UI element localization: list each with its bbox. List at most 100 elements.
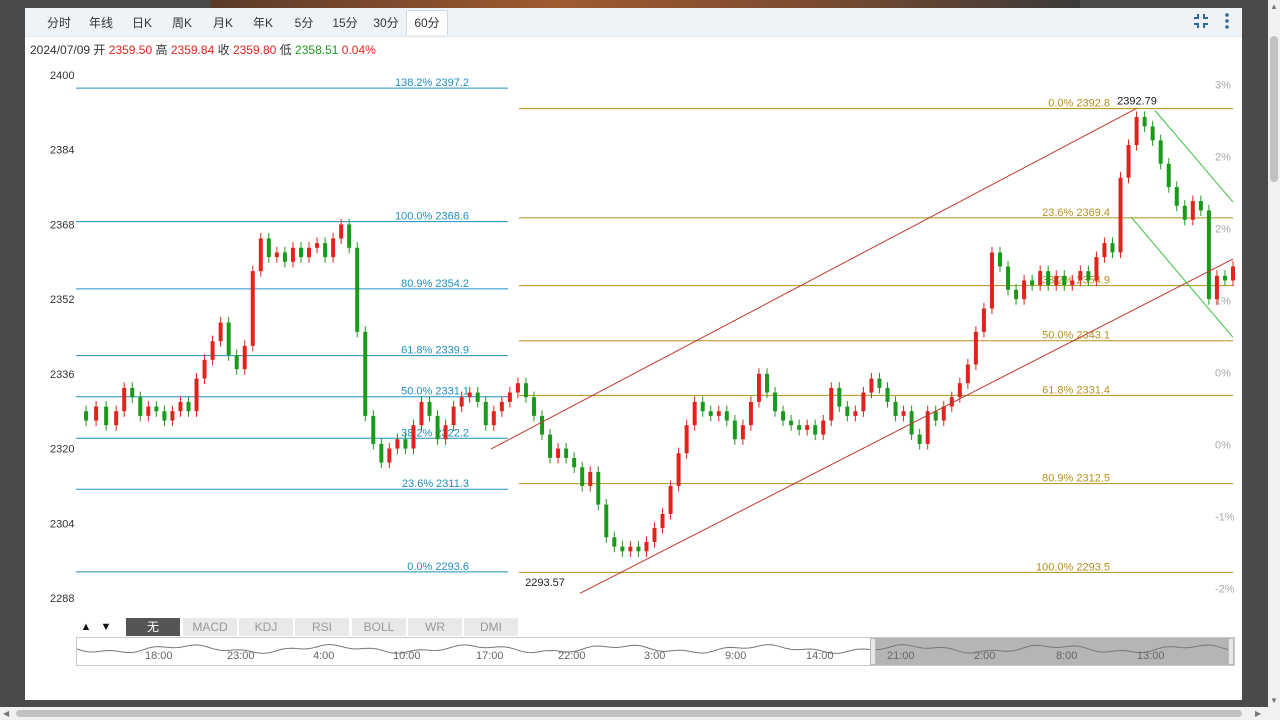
scroll-right-icon[interactable]: ▶ <box>1255 709 1261 718</box>
nav-label: 10:00 <box>393 650 421 662</box>
right-percent-tick: -2% <box>1215 584 1235 596</box>
navigator-selection[interactable] <box>873 638 1234 665</box>
fib-label-right: 38.2% 2354.9 <box>1042 275 1110 287</box>
fib-label-right: 100.0% 2293.5 <box>1036 561 1110 573</box>
candle-body <box>652 527 657 542</box>
x-tick-label: 2024/6/28 <box>612 607 661 608</box>
candle-body <box>1110 243 1115 253</box>
candle-body <box>676 453 681 486</box>
scroll-down-arrow[interactable]: ▼ <box>96 618 116 636</box>
indicator-none[interactable]: 无 <box>126 618 181 636</box>
y-tick-label: 2288 <box>50 593 74 605</box>
candle-body <box>1022 280 1027 300</box>
candle-body <box>475 392 480 402</box>
scroll-down-icon[interactable]: ▼ <box>1270 696 1278 705</box>
y-tick-label: 2304 <box>50 518 74 530</box>
navigator-left-handle[interactable] <box>870 638 876 665</box>
candle-body <box>564 448 569 458</box>
nav-label: 8:00 <box>1056 650 1078 662</box>
nav-label: 13:00 <box>1137 650 1165 662</box>
candle-body <box>467 392 472 398</box>
candle-body <box>130 387 135 398</box>
candle-body <box>580 467 585 486</box>
candle-body <box>781 411 786 421</box>
candle-body <box>965 364 970 384</box>
candle-body <box>644 541 649 552</box>
x-tick-label: 2024/7/5 <box>1031 607 1074 608</box>
candlestick-chart[interactable]: 240023842368235223362320230422883%2%2%1%… <box>25 8 1242 608</box>
fib-label-left: 61.8% 2339.9 <box>401 345 469 357</box>
nav-label: 3:00 <box>644 650 666 662</box>
y-tick-label: 2384 <box>50 145 74 157</box>
candle-body <box>700 401 705 412</box>
candle-body <box>1102 243 1107 258</box>
candle-body <box>764 373 769 393</box>
indicator-kdj[interactable]: KDJ <box>239 618 294 636</box>
fib-label-left: 38.2% 2322.2 <box>401 427 469 439</box>
indicator-boll[interactable]: BOLL <box>352 618 407 636</box>
indicator-rsi[interactable]: RSI <box>295 618 350 636</box>
candle-body <box>941 406 946 421</box>
range-navigator[interactable]: 18:00 23:00 4:00 10:00 17:00 22:00 3:00 … <box>76 637 1235 666</box>
fib-label-right: 0.0% 2392.8 <box>1048 98 1110 110</box>
x-tick-label: 2024/7/8 <box>1129 607 1172 608</box>
candle-body <box>805 425 810 430</box>
candle-body <box>684 425 689 454</box>
candle-body <box>540 415 545 435</box>
candle-body <box>218 322 223 342</box>
candle-body <box>853 411 858 416</box>
indicator-macd[interactable]: MACD <box>183 618 238 636</box>
x-tick-label: 2024/6/19 <box>76 607 125 608</box>
vertical-scroll-thumb[interactable] <box>1270 36 1278 182</box>
scroll-left-icon[interactable]: ◀ <box>3 709 9 718</box>
candle-body <box>885 387 890 402</box>
candle-body <box>748 401 753 426</box>
candle-body <box>499 401 504 412</box>
x-tick-label: 2024/7/9 <box>1191 607 1234 608</box>
candle-body <box>724 411 729 421</box>
candle-body <box>387 448 392 463</box>
candle-body <box>829 387 834 421</box>
candle-body <box>1126 145 1131 178</box>
candle-body <box>692 401 697 426</box>
x-tick-label: 2024/6/26 <box>445 607 494 608</box>
candle-body <box>861 392 866 412</box>
nav-label: 22:00 <box>558 650 586 662</box>
candle-body <box>837 387 842 407</box>
nav-label: 2:00 <box>974 650 996 662</box>
candle-body <box>234 355 239 370</box>
candle-body <box>94 406 99 421</box>
horizontal-scrollbar[interactable]: ◀ ▶ <box>0 707 1268 720</box>
chart-panel: 分时 年线 日K 周K 月K 年K 5分 15分 30分 60分 2024/07… <box>25 8 1242 700</box>
horizontal-scroll-thumb[interactable] <box>16 710 1242 717</box>
candle-body <box>612 537 617 547</box>
scroll-up-arrow[interactable]: ▲ <box>76 618 96 636</box>
candle-body <box>1086 271 1091 281</box>
candle-body <box>523 383 528 398</box>
candle-body <box>901 411 906 416</box>
candle-body <box>170 411 175 421</box>
scroll-up-icon[interactable]: ▲ <box>1270 2 1278 11</box>
candle-body <box>1078 271 1083 281</box>
candle-body <box>1094 257 1099 281</box>
indicator-dmi[interactable]: DMI <box>464 618 519 636</box>
vertical-scrollbar[interactable]: ▲ ▼ <box>1268 0 1280 720</box>
nav-label: 14:00 <box>806 650 834 662</box>
candle-body <box>708 411 713 416</box>
candle-body <box>531 397 536 416</box>
candle-body <box>556 448 561 458</box>
candle-body <box>1070 280 1075 286</box>
candle-body <box>1166 163 1171 188</box>
candle-body <box>740 425 745 440</box>
candle-body <box>893 401 898 416</box>
candle-body <box>1014 289 1019 300</box>
candle-body <box>628 546 633 552</box>
y-tick-label: 2320 <box>50 444 74 456</box>
candle-body <box>355 247 360 332</box>
candle-body <box>732 420 737 440</box>
candle-body <box>146 406 151 416</box>
candle-body <box>1142 117 1147 127</box>
indicator-wr[interactable]: WR <box>408 618 463 636</box>
navigator-right-handle[interactable] <box>1228 638 1234 665</box>
candle-body <box>1182 205 1187 220</box>
